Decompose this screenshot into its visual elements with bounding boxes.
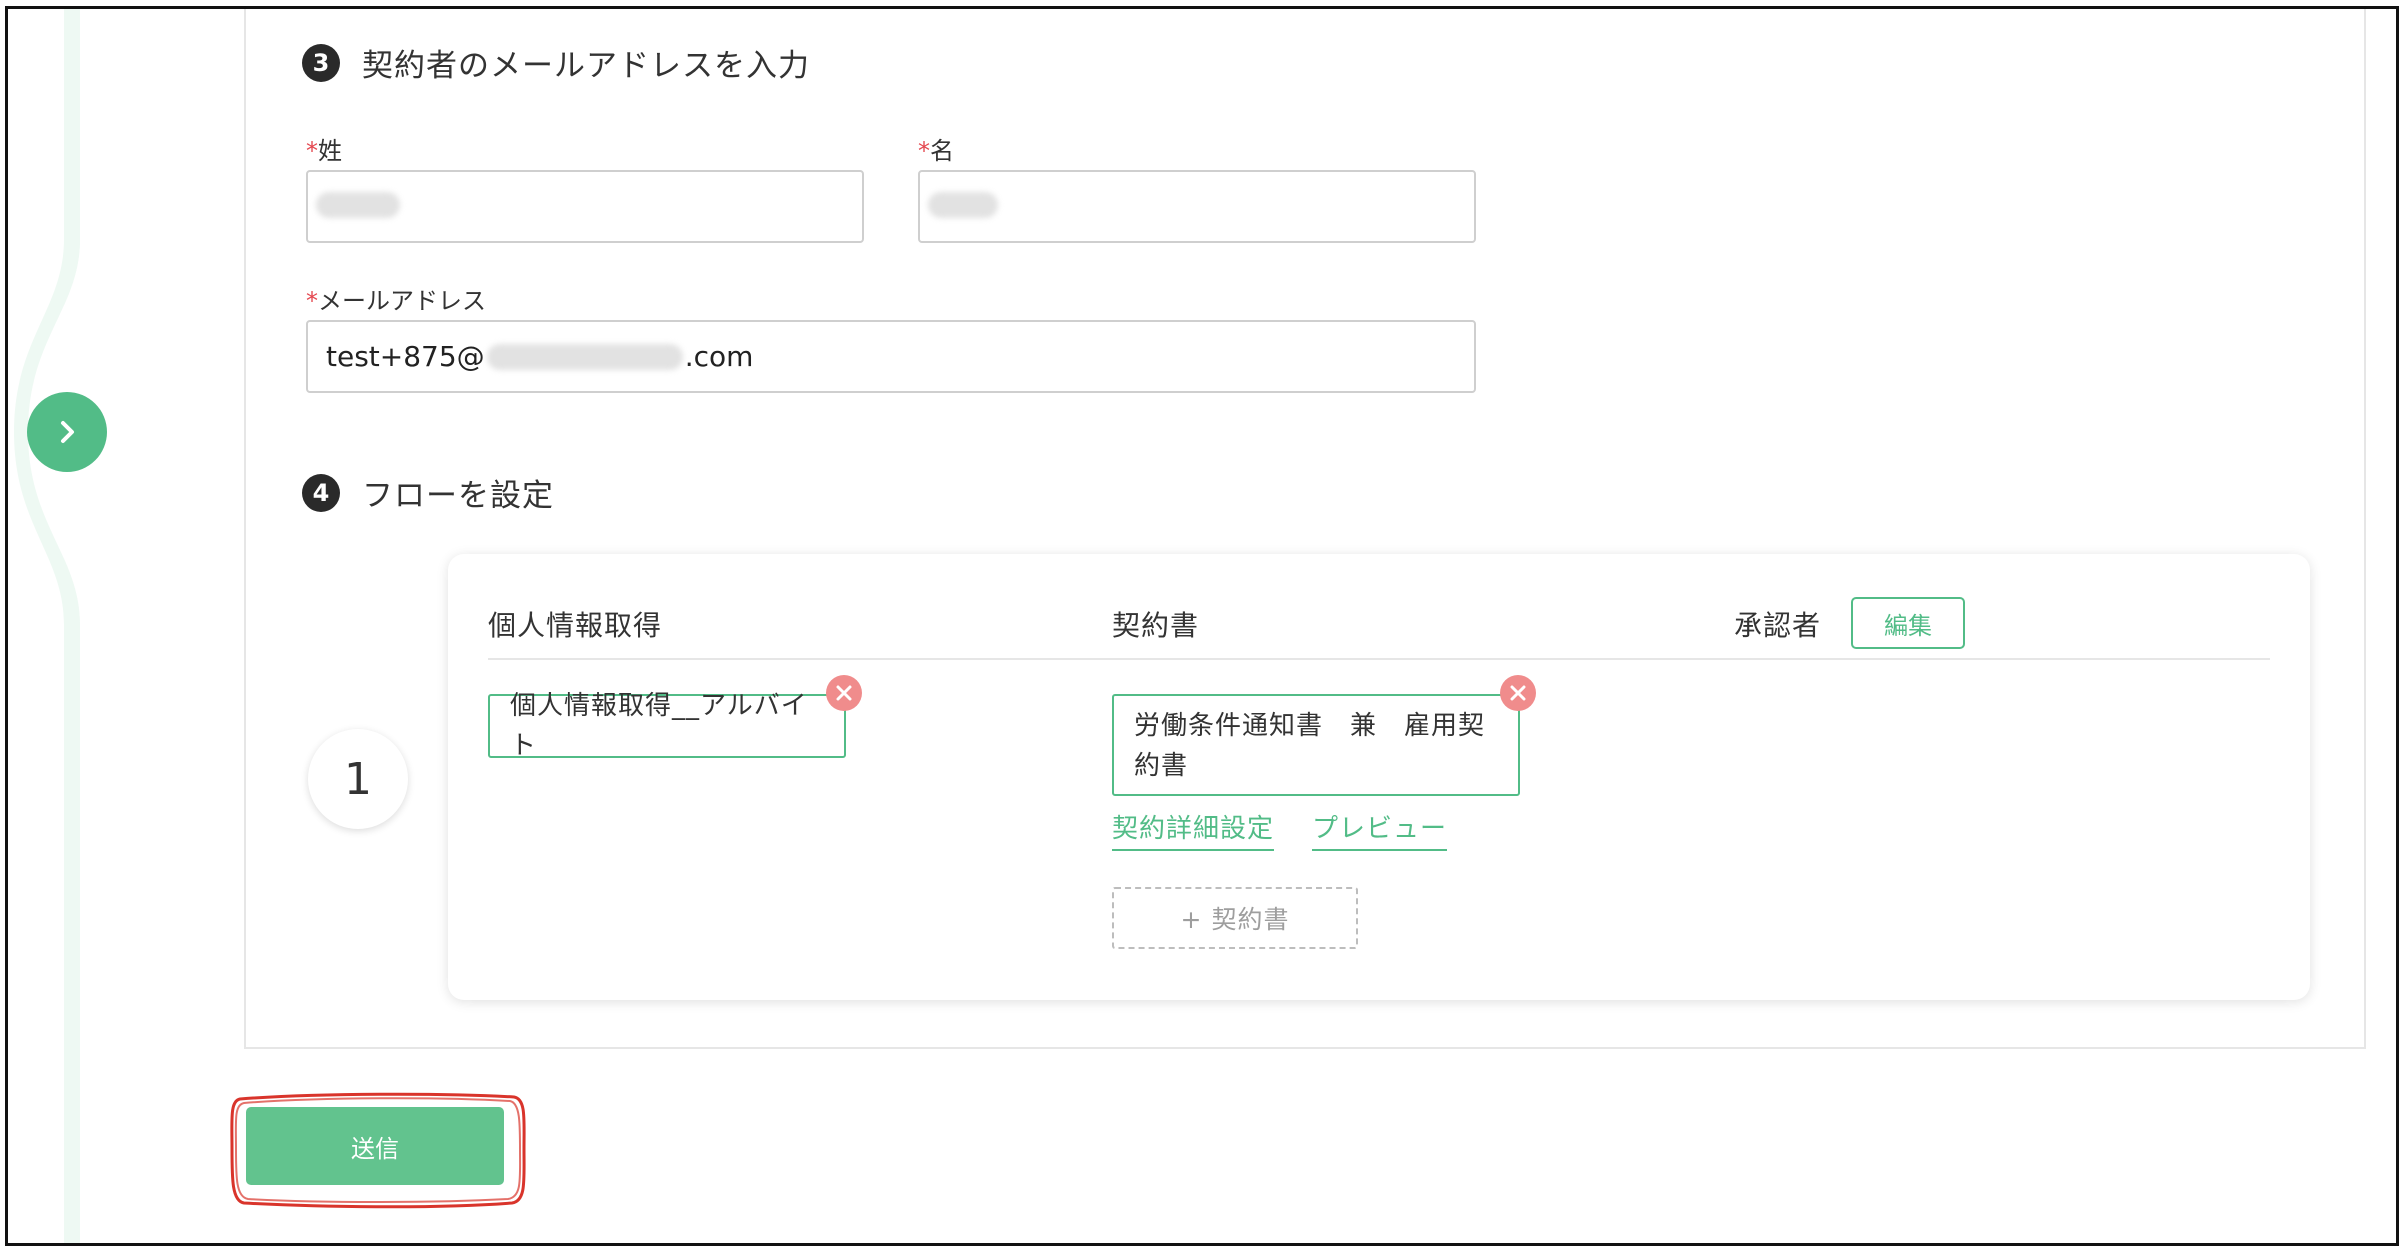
sidebar-toggle-button[interactable] xyxy=(27,392,107,472)
edit-approver-button[interactable]: 編集 xyxy=(1851,597,1965,649)
flow-card: 個人情報取得 契約書 承認者 編集 個人情報取得__アルバイト 労働条件通知書 … xyxy=(448,554,2310,1000)
step4-heading: 4 フローを設定 xyxy=(302,470,554,515)
contract-chip-line2: 約書 xyxy=(1134,751,1189,781)
close-icon xyxy=(1510,685,1526,701)
email-label: *メールアドレス xyxy=(306,281,486,316)
first-name-label: *名 xyxy=(918,131,954,166)
required-mark: * xyxy=(306,137,318,165)
highlight-annotation xyxy=(230,1092,526,1209)
email-label-text: メールアドレス xyxy=(318,287,486,315)
email-value-prefix: test+875@ xyxy=(326,340,485,373)
required-mark: * xyxy=(918,137,930,165)
contract-chip[interactable]: 労働条件通知書 兼 雇用契 約書 xyxy=(1112,694,1520,796)
remove-personal-info-button[interactable] xyxy=(826,675,862,711)
step4-title: フローを設定 xyxy=(362,478,554,514)
card-divider xyxy=(488,658,2270,660)
column-personal-info: 個人情報取得 xyxy=(488,609,663,642)
remove-contract-button[interactable] xyxy=(1500,675,1536,711)
last-name-label: *姓 xyxy=(306,131,342,166)
redacted-last-name xyxy=(316,192,400,218)
first-name-label-text: 名 xyxy=(930,137,954,165)
step3-heading: 3 契約者のメールアドレスを入力 xyxy=(302,40,810,85)
column-approver: 承認者 xyxy=(1734,609,1822,642)
step3-number: 3 xyxy=(302,43,340,82)
email-value-suffix: .com xyxy=(684,340,754,373)
add-contract-button[interactable]: + 契約書 xyxy=(1112,887,1358,949)
flow-row-number: 1 xyxy=(308,729,408,829)
required-mark: * xyxy=(306,287,318,315)
step3-title: 契約者のメールアドレスを入力 xyxy=(362,48,810,84)
redacted-email-domain xyxy=(486,343,683,370)
step4-number: 4 xyxy=(302,473,340,512)
redacted-first-name xyxy=(928,192,998,218)
contract-detail-link[interactable]: 契約詳細設定 xyxy=(1112,808,1275,851)
preview-link[interactable]: プレビュー xyxy=(1312,808,1448,851)
first-name-input[interactable] xyxy=(918,170,1476,243)
email-input[interactable]: test+875@ .com xyxy=(306,320,1476,393)
column-contract: 契約書 xyxy=(1112,609,1200,642)
last-name-label-text: 姓 xyxy=(318,137,342,165)
app-window: 3 契約者のメールアドレスを入力 *姓 *名 *メールアドレス test+875… xyxy=(5,6,2399,1246)
sidebar-rail-curve xyxy=(14,9,128,1243)
personal-info-chip[interactable]: 個人情報取得__アルバイト xyxy=(488,691,846,761)
chevron-right-icon xyxy=(61,421,74,443)
close-icon xyxy=(836,685,852,701)
personal-info-chip-label: 個人情報取得__アルバイト xyxy=(510,691,808,761)
contract-chip-line1: 労働条件通知書 兼 雇用契 xyxy=(1134,711,1486,741)
